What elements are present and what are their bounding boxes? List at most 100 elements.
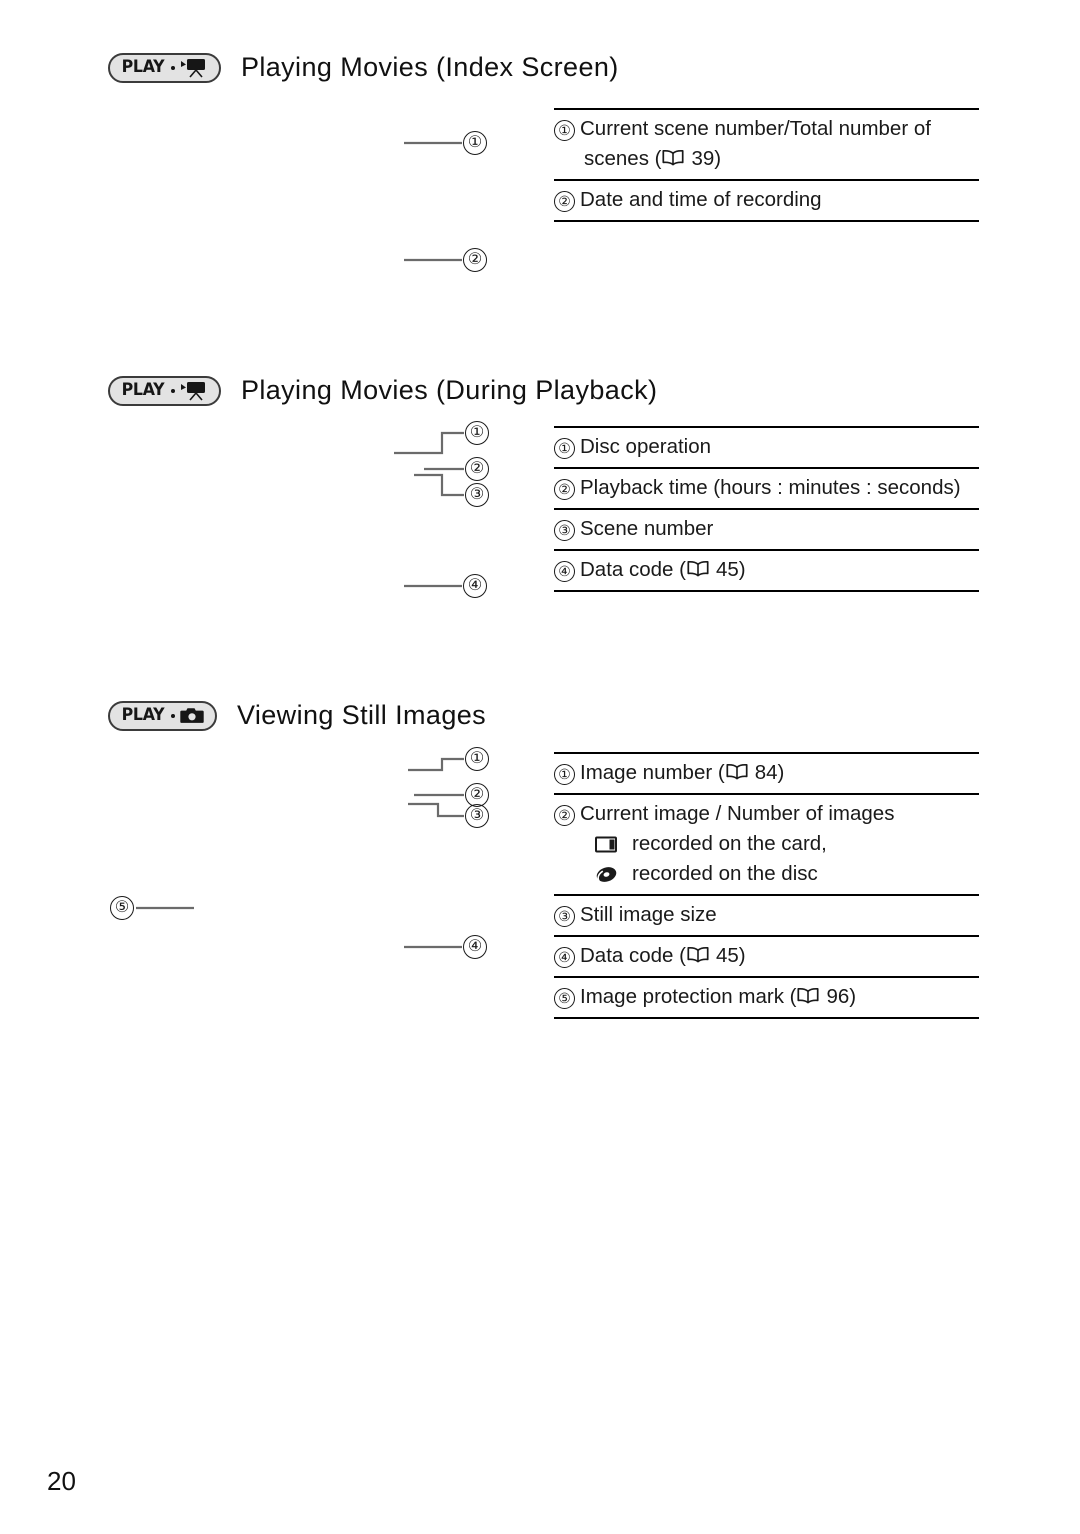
callout-row: ① Current scene number/Total number of s… [554, 110, 979, 181]
list-marker: ① [554, 763, 575, 785]
callout-marker-1: ① [465, 747, 489, 771]
page-reference: Image protection mark ( 96 ) [580, 982, 856, 1012]
callout-marker-4: ④ [463, 574, 487, 598]
callout-text: Still image size [580, 903, 717, 926]
book-icon [687, 556, 709, 586]
list-marker: ② [554, 804, 575, 826]
photo-camera-icon [180, 707, 204, 725]
reference-page-number: 45 [715, 558, 739, 581]
callout-table-during-playback: ① Disc operation ② Playback time (hours … [554, 426, 979, 592]
callout-row: ④ Data code ( 45 ) [554, 937, 979, 978]
heading-viewing-still-images: PLAY Viewing Still Images [108, 700, 486, 731]
callout-row: ⑤ Image protection mark ( 96 ) [554, 978, 979, 1019]
callout-marker-2: ② [463, 248, 487, 272]
callout-row: ② Current image / Number of images recor… [554, 795, 979, 896]
page-reference: scenes ( 39 ) [584, 144, 721, 174]
callout-text: Playback time (hours : minutes : seconds… [580, 476, 961, 499]
callout-line: ② Playback time (hours : minutes : secon… [554, 473, 979, 503]
page-number: 20 [47, 1466, 76, 1496]
callout-subline-card: recorded on the card, [554, 829, 979, 859]
callout-text: Date and time of recording [580, 188, 822, 211]
callout-text: recorded on the card, [632, 832, 827, 855]
reference-page-number: 45 [715, 944, 739, 967]
book-icon [797, 983, 820, 1013]
callout-line: ① Disc operation [554, 432, 979, 462]
camcorder-icon [180, 58, 208, 78]
leader-line-1: ① [404, 131, 487, 155]
callout-marker-4: ④ [463, 935, 487, 959]
section-title: Playing Movies (Index Screen) [240, 52, 619, 82]
callout-table-still-images: ① Image number ( 84 ) ② Current image / … [554, 752, 979, 1019]
list-marker: ④ [554, 560, 575, 582]
reference-page-number: 39 [691, 147, 715, 170]
callout-text: recorded on the disc [632, 862, 818, 885]
leader-line-4: ④ [404, 574, 487, 598]
callout-text: Image number ( [580, 761, 725, 784]
callout-row: ① Disc operation [554, 428, 979, 469]
callout-text: Scene number [580, 517, 714, 540]
callout-text: scenes ( [584, 147, 662, 170]
list-marker: ① [554, 119, 575, 141]
callout-marker-3: ③ [465, 483, 489, 507]
page-reference: Image number ( 84 ) [580, 758, 784, 788]
callout-marker-1: ① [463, 131, 487, 155]
list-marker: ④ [554, 946, 575, 968]
leader-line-3: ③ [414, 472, 489, 507]
callout-text-after: ) [777, 761, 785, 784]
callout-marker-5: ⑤ [110, 896, 134, 920]
callout-marker-3: ③ [465, 804, 489, 828]
badge-label: PLAY [121, 57, 165, 77]
callout-row: ③ Still image size [554, 896, 979, 937]
list-marker: ② [554, 478, 575, 500]
callout-text: Data code ( [580, 944, 686, 967]
section-title: Playing Movies (During Playback) [240, 375, 658, 405]
camcorder-icon [180, 381, 208, 401]
leader-line-5: ⑤ [110, 896, 194, 920]
callout-line: ④ Data code ( 45 ) [554, 555, 979, 585]
heading-playing-movies-index: PLAY Playing Movies (Index Screen) [108, 52, 619, 83]
book-icon [662, 145, 685, 175]
badge-separator-dot [170, 713, 175, 718]
callout-text-after: ) [738, 558, 746, 581]
callout-text: Disc operation [580, 435, 712, 458]
callout-line-continued: scenes ( 39 ) [554, 144, 979, 174]
list-marker: ③ [554, 905, 575, 927]
list-marker: ⑤ [554, 987, 575, 1009]
badge-separator-dot [170, 65, 175, 70]
callout-row: ① Image number ( 84 ) [554, 754, 979, 795]
section-title: Viewing Still Images [236, 700, 487, 730]
list-marker: ③ [554, 519, 575, 541]
leader-line-4: ④ [404, 935, 487, 959]
callout-line: ③ Scene number [554, 514, 979, 544]
badge-separator-dot [170, 388, 175, 393]
callout-line: ③ Still image size [554, 900, 979, 930]
callout-text-after: ) [849, 985, 857, 1008]
callout-line: ① Current scene number/Total number of [554, 114, 979, 144]
leader-line-2: ② [404, 248, 487, 272]
callout-table-index-screen: ① Current scene number/Total number of s… [554, 108, 979, 222]
callout-line: ① Image number ( 84 ) [554, 758, 979, 788]
callout-marker-2: ② [465, 457, 489, 481]
leader-line-1: ① [408, 747, 489, 773]
callout-text: Current image / Number of images [580, 802, 895, 825]
book-icon [726, 759, 748, 789]
memory-card-icon [595, 835, 618, 854]
callout-text: Data code ( [580, 558, 686, 581]
mode-badge-play-movie: PLAY [108, 375, 221, 406]
book-icon [687, 942, 709, 972]
callout-marker-1: ① [465, 421, 489, 445]
callout-subline-disc: recorded on the disc [554, 859, 979, 889]
callout-row: ④ Data code ( 45 ) [554, 551, 979, 592]
reference-page-number: 84 [754, 761, 778, 784]
callout-line: ④ Data code ( 45 ) [554, 941, 979, 971]
mode-badge-play-movie: PLAY [108, 52, 221, 83]
heading-playing-movies-during-playback: PLAY Playing Movies (During Playback) [108, 375, 657, 406]
callout-text: Current scene number/Total number of [580, 117, 931, 140]
page-reference: Data code ( 45 ) [580, 941, 746, 971]
leader-line-3: ③ [408, 800, 489, 828]
leader-line-1: ① [394, 421, 489, 456]
page-reference: Data code ( 45 ) [580, 555, 746, 585]
badge-label: PLAY [121, 705, 165, 725]
callout-line: ⑤ Image protection mark ( 96 ) [554, 982, 979, 1012]
callout-line: ② Date and time of recording [554, 185, 979, 215]
